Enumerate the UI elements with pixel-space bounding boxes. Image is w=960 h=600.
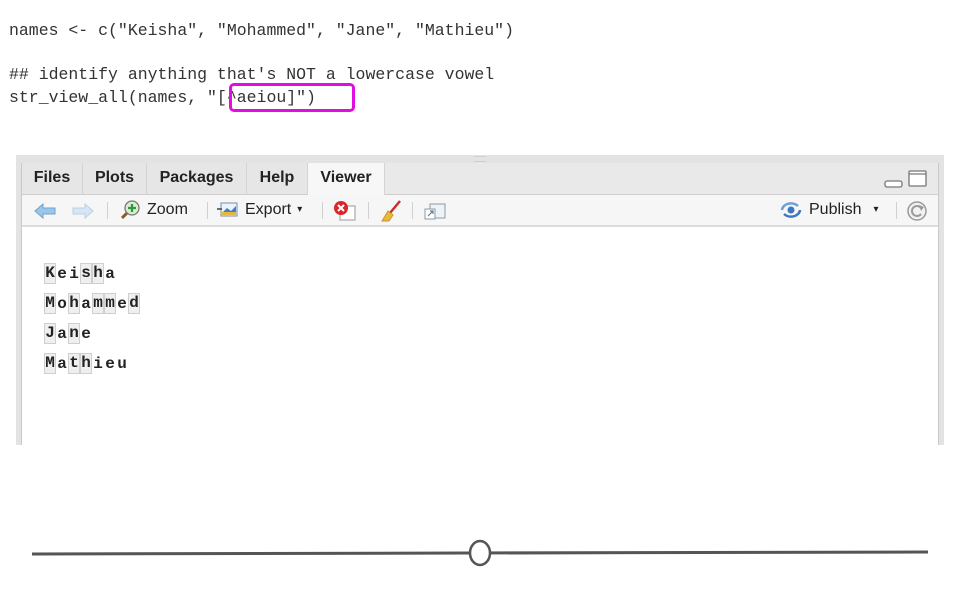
minimize-icon[interactable]	[884, 173, 904, 189]
regex-highlight-box	[229, 83, 355, 112]
forward-arrow-icon[interactable]	[72, 203, 94, 219]
viewer-row: Mathieu	[44, 349, 140, 379]
zoom-label: Zoom	[147, 201, 188, 218]
viewer-row: Jane	[44, 319, 140, 349]
char: e	[57, 265, 67, 283]
char: a	[57, 355, 67, 373]
toolbar-separator	[368, 202, 369, 219]
matched-char: J	[44, 323, 56, 345]
show-in-window-icon[interactable]	[422, 200, 448, 222]
viewer-row: Mohammed	[44, 289, 140, 319]
char: a	[81, 295, 91, 313]
publish-label: Publish	[809, 201, 862, 218]
publish-button[interactable]: Publish ▾	[779, 199, 879, 221]
matched-char: t	[68, 353, 80, 375]
tab-bar: Files Plots Packages Help Viewer	[22, 163, 938, 195]
maximize-icon[interactable]	[908, 170, 928, 188]
publish-dropdown-caret-icon: ▾	[873, 204, 879, 215]
char: a	[57, 325, 67, 343]
char: e	[117, 295, 127, 313]
back-arrow-icon[interactable]	[34, 203, 56, 219]
matched-char: h	[68, 293, 80, 315]
char: i	[69, 265, 79, 283]
zoom-magnifier-icon	[120, 200, 140, 220]
matched-char: h	[92, 263, 104, 285]
code-line-1: names <- c("Keisha", "Mohammed", "Jane",…	[9, 21, 514, 40]
export-image-icon	[217, 202, 238, 217]
char: e	[105, 355, 115, 373]
tab-plots[interactable]: Plots	[83, 163, 147, 194]
tab-packages[interactable]: Packages	[147, 163, 247, 194]
viewer-row: Keisha	[44, 259, 140, 289]
tab-files[interactable]: Files	[22, 163, 83, 194]
char: i	[93, 355, 103, 373]
rstudio-viewer-pane: Files Plots Packages Help Viewer Zoom Ex…	[16, 155, 944, 445]
broom-icon[interactable]	[378, 199, 404, 223]
zoom-button[interactable]: Zoom	[119, 199, 188, 221]
char: o	[57, 295, 67, 313]
slider-handle[interactable]	[468, 539, 492, 567]
timeline-slider[interactable]	[0, 530, 960, 580]
viewer-output: KeishaMohammedJaneMathieu	[44, 259, 140, 379]
matched-char: s	[80, 263, 92, 285]
matched-char: K	[44, 263, 56, 285]
toolbar-separator	[207, 202, 208, 219]
tab-help[interactable]: Help	[247, 163, 308, 194]
matched-char: M	[44, 293, 56, 315]
tab-viewer[interactable]: Viewer	[308, 163, 385, 195]
remove-viewer-icon[interactable]	[332, 200, 358, 222]
toolbar-separator	[412, 202, 413, 219]
viewer-toolbar: Zoom Export ▾ Publish ▾	[22, 195, 938, 227]
char: e	[81, 325, 91, 343]
export-dropdown-caret-icon: ▾	[297, 204, 303, 215]
publish-icon	[780, 202, 802, 218]
toolbar-separator	[107, 202, 108, 219]
export-button[interactable]: Export ▾	[217, 199, 302, 221]
matched-char: n	[68, 323, 80, 345]
matched-char: m	[92, 293, 104, 315]
toolbar-separator	[896, 202, 897, 219]
refresh-icon[interactable]	[906, 200, 930, 222]
matched-char: M	[44, 353, 56, 375]
matched-char: d	[128, 293, 140, 315]
matched-char: h	[80, 353, 92, 375]
export-label: Export	[245, 201, 292, 218]
pane-resize-grip[interactable]	[474, 156, 486, 162]
char: u	[117, 355, 127, 373]
char: a	[105, 265, 115, 283]
matched-char: m	[104, 293, 116, 315]
toolbar-separator	[322, 202, 323, 219]
